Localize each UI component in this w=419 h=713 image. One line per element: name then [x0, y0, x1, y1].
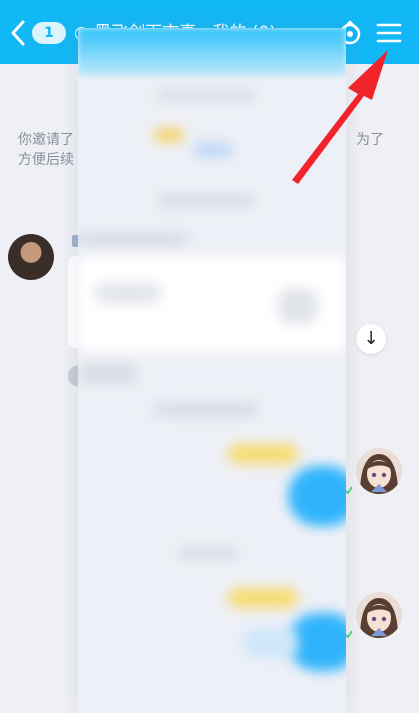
blurred-link — [193, 143, 233, 157]
blurred-badge — [228, 588, 298, 608]
system-message-prefix: 你邀请了 — [18, 132, 74, 148]
blurred-badge — [154, 128, 184, 142]
blurred-pill — [78, 364, 138, 384]
anime-avatar-icon — [356, 448, 402, 494]
unread-badge: 1 — [32, 22, 66, 44]
avatar[interactable] — [356, 448, 402, 494]
anime-avatar-icon — [356, 592, 402, 638]
avatar[interactable] — [8, 234, 54, 280]
blurred-bubble-tail — [243, 628, 298, 658]
system-message-line2: 方便后续 — [18, 152, 74, 168]
blurred-bubble — [288, 466, 346, 526]
blurred-badge — [228, 444, 298, 464]
sent-check-icon — [346, 630, 352, 638]
blurred-text — [158, 196, 254, 206]
red-arrow-annotation-icon — [292, 50, 388, 184]
sent-check-icon — [346, 486, 352, 494]
scroll-to-bottom-button[interactable]: ↓ — [356, 324, 386, 354]
arrow-down-icon: ↓ — [363, 328, 379, 349]
blurred-time — [178, 548, 238, 558]
blurred-time — [154, 404, 258, 416]
back-button[interactable]: 1 — [8, 18, 68, 48]
chevron-left-icon — [11, 20, 25, 46]
blurred-card-thumb — [278, 288, 318, 324]
blurred-text — [156, 90, 256, 100]
blurred-card-title — [94, 282, 162, 304]
blurred-name — [78, 233, 188, 245]
avatar[interactable] — [356, 592, 402, 638]
